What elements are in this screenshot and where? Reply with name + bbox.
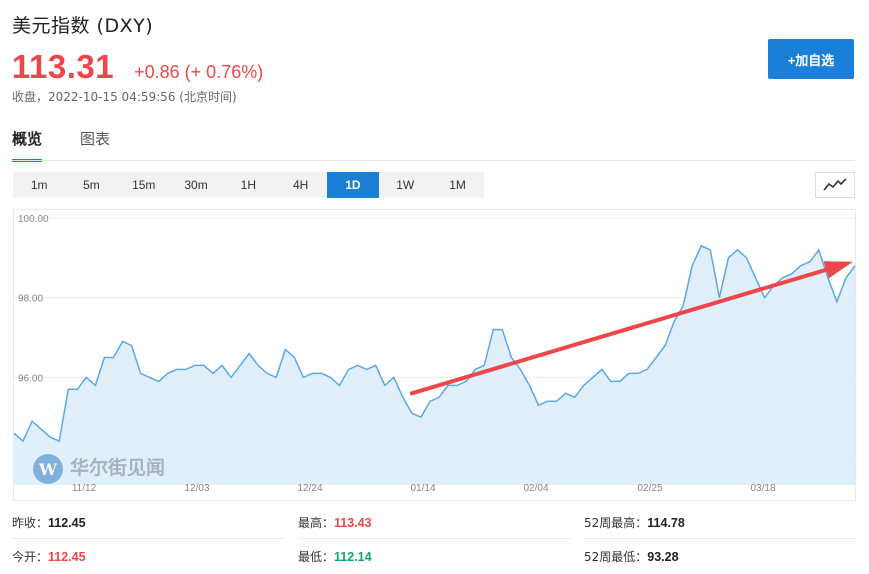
stat-value: 93.28	[647, 550, 679, 564]
period-1w[interactable]: 1W	[379, 172, 431, 198]
stat-open: 今开：112.45	[12, 548, 86, 565]
divider	[12, 538, 284, 539]
stat-value: 112.14	[334, 550, 372, 564]
stat-low: 最低：112.14	[298, 548, 372, 565]
stat-value: 113.43	[334, 516, 372, 530]
stat-value: 112.45	[48, 516, 86, 530]
stat-label: 最低：	[298, 550, 335, 564]
price-change: +0.86 (+ 0.76%)	[134, 62, 264, 82]
y-tick-label: 98.00	[18, 294, 43, 305]
x-tick-label: 12/03	[184, 483, 209, 494]
stat-52w-high: 52周最高：114.78	[584, 514, 685, 531]
period-1d[interactable]: 1D	[326, 172, 380, 198]
period-1h[interactable]: 1H	[222, 172, 274, 198]
stat-label: 最高：	[298, 516, 335, 530]
price-row: 113.31 +0.86 (+ 0.76%)	[12, 48, 263, 86]
instrument-title: 美元指数 (DXY)	[12, 15, 154, 37]
x-tick-label: 02/25	[637, 483, 662, 494]
stat-52w-low: 52周最低：93.28	[584, 548, 679, 565]
x-tick-label: 11/12	[72, 483, 97, 494]
stat-prev-close: 昨收：112.45	[12, 514, 86, 531]
x-tick-label: 03/18	[750, 483, 775, 494]
price-chart[interactable]: 100.0098.0096.0094.0011/1212/0312/2401/1…	[13, 209, 857, 501]
line-chart-icon	[823, 178, 847, 191]
period-30m[interactable]: 30m	[170, 172, 222, 198]
stat-value: 112.45	[48, 550, 86, 564]
last-price: 113.31	[12, 48, 115, 85]
stat-label: 52周最高：	[584, 516, 648, 530]
x-tick-label: 02/04	[523, 483, 548, 494]
x-tick-label: 01/14	[410, 483, 435, 494]
stat-high: 最高：113.43	[298, 514, 372, 531]
add-to-watchlist-button[interactable]: +加自选	[768, 39, 854, 79]
period-5m[interactable]: 5m	[65, 172, 117, 198]
watermark-logo-letter: W	[38, 460, 58, 479]
market-status: 收盘，2022-10-15 04:59:56 (北京时间)	[12, 90, 237, 104]
area-fill	[14, 245, 855, 485]
watermark-text: 华尔街见闻	[70, 456, 165, 479]
stats-panel: 昨收：112.45 最高：113.43 52周最高：114.78 今开：112.…	[0, 508, 869, 574]
tab-chart[interactable]: 图表	[80, 128, 110, 162]
period-selector: 1m 5m 15m 30m 1H 4H 1D 1W 1M	[13, 172, 484, 198]
stat-label: 今开：	[12, 550, 49, 564]
divider	[298, 538, 570, 539]
x-tick-label: 12/24	[297, 483, 322, 494]
tab-bar: 概览 图表	[12, 128, 148, 162]
stat-label: 昨收：	[12, 516, 49, 530]
y-tick-label: 96.00	[18, 373, 43, 384]
period-1mo[interactable]: 1M	[431, 172, 483, 198]
tab-divider	[12, 160, 855, 161]
period-4h[interactable]: 4H	[274, 172, 326, 198]
y-tick-label: 100.00	[18, 214, 49, 225]
period-1m[interactable]: 1m	[13, 172, 65, 198]
chart-type-button[interactable]	[815, 172, 855, 198]
stat-value: 114.78	[647, 516, 685, 530]
divider	[584, 538, 856, 539]
price-chart-svg: 100.0098.0096.0094.0011/1212/0312/2401/1…	[14, 214, 857, 494]
stat-label: 52周最低：	[584, 550, 648, 564]
period-15m[interactable]: 15m	[118, 172, 170, 198]
tab-overview[interactable]: 概览	[12, 128, 43, 162]
